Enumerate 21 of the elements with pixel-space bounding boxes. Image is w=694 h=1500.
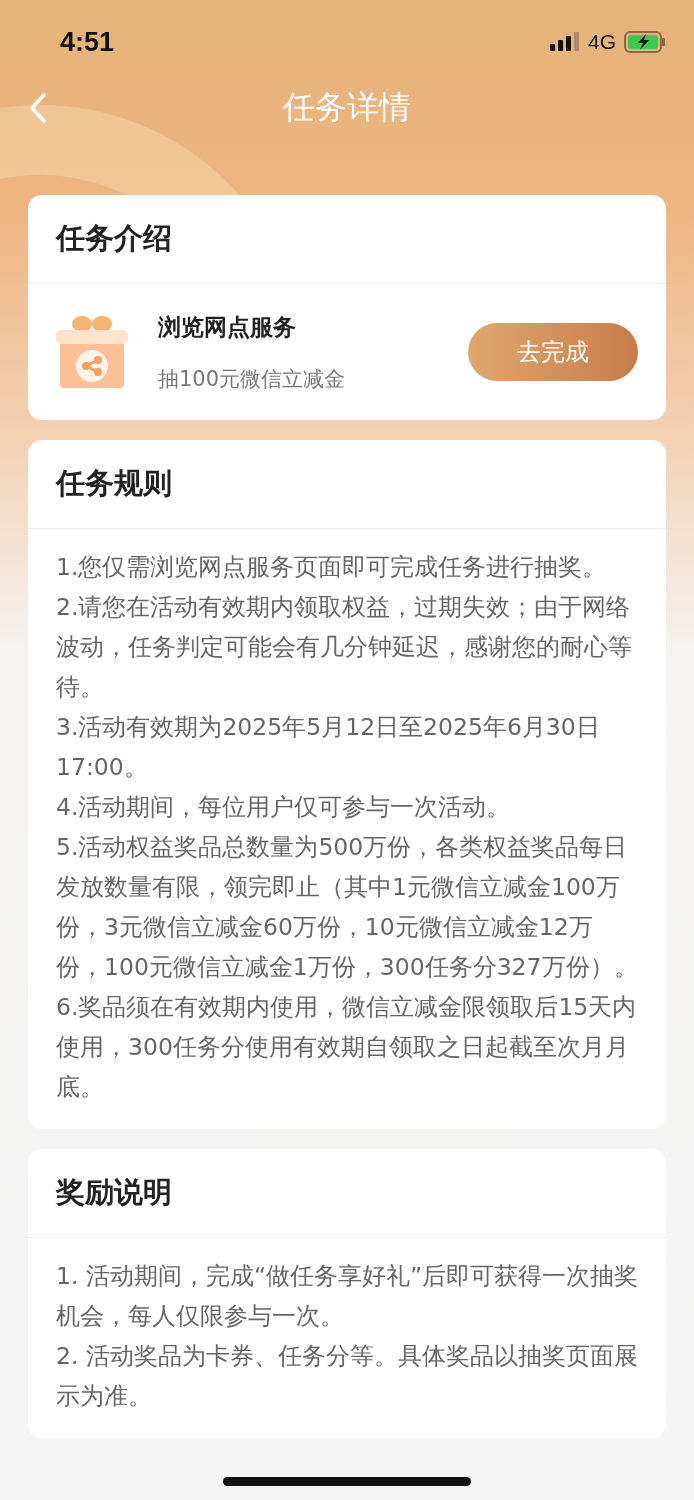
task-name: 浏览网点服务 [158,312,297,342]
network-label: 4G [588,30,616,54]
status-time: 4:51 [60,26,115,58]
complete-button[interactable]: 去完成 [468,323,638,381]
rule-text: 4.活动期间，每位用户仅可参与一次活动。 [56,792,512,823]
rule-text: 6.奖品须在有效期内使用，微信立减金限领取后15天内使用，300任务分使用有效期自领取之日起截至次月月底。 [56,992,638,1103]
task-reward: 抽100元微信立减金 [158,365,347,393]
rule-text: 3.活动有效期为2025年5月12日至2025年6月30日17:00。 [56,712,601,783]
section-title: 任务介绍 [56,220,172,257]
page-title: 任务详情 [283,87,411,128]
rule-text: 1.您仅需浏览网点服务页面即可完成任务进行抽奖。 [56,552,608,583]
section-title: 奖励说明 [56,1174,172,1211]
battery-charging-icon [624,31,666,53]
section-title: 任务规则 [56,465,172,502]
signal-icon [550,32,580,52]
rule-text: 2.请您在活动有效期内领取权益，过期失效；由于网络波动，任务判定可能会有几分钟延迟，感谢您的耐心等待。 [56,592,633,703]
reward-text: 1. 活动期间，完成“做任务享好礼”后即可获得一次抽奖机会，每人仅限参与一次。 [56,1261,640,1332]
rule-text: 5.活动权益奖品总数量为500万份，各类权益奖品每日发放数量有限，领完即止（其中1元微信立减金100万份，3元微信立减金60万份，10元微信立减金12万份，100元微信立减金1万份，300任务分327万份）。 [56,832,639,983]
reward-text: 2. 活动奖品为卡券、任务分等。具体奖品以抽奖页面展示为准。 [56,1341,639,1412]
gift-box-icon [54,314,130,390]
back-icon[interactable] [28,92,48,124]
